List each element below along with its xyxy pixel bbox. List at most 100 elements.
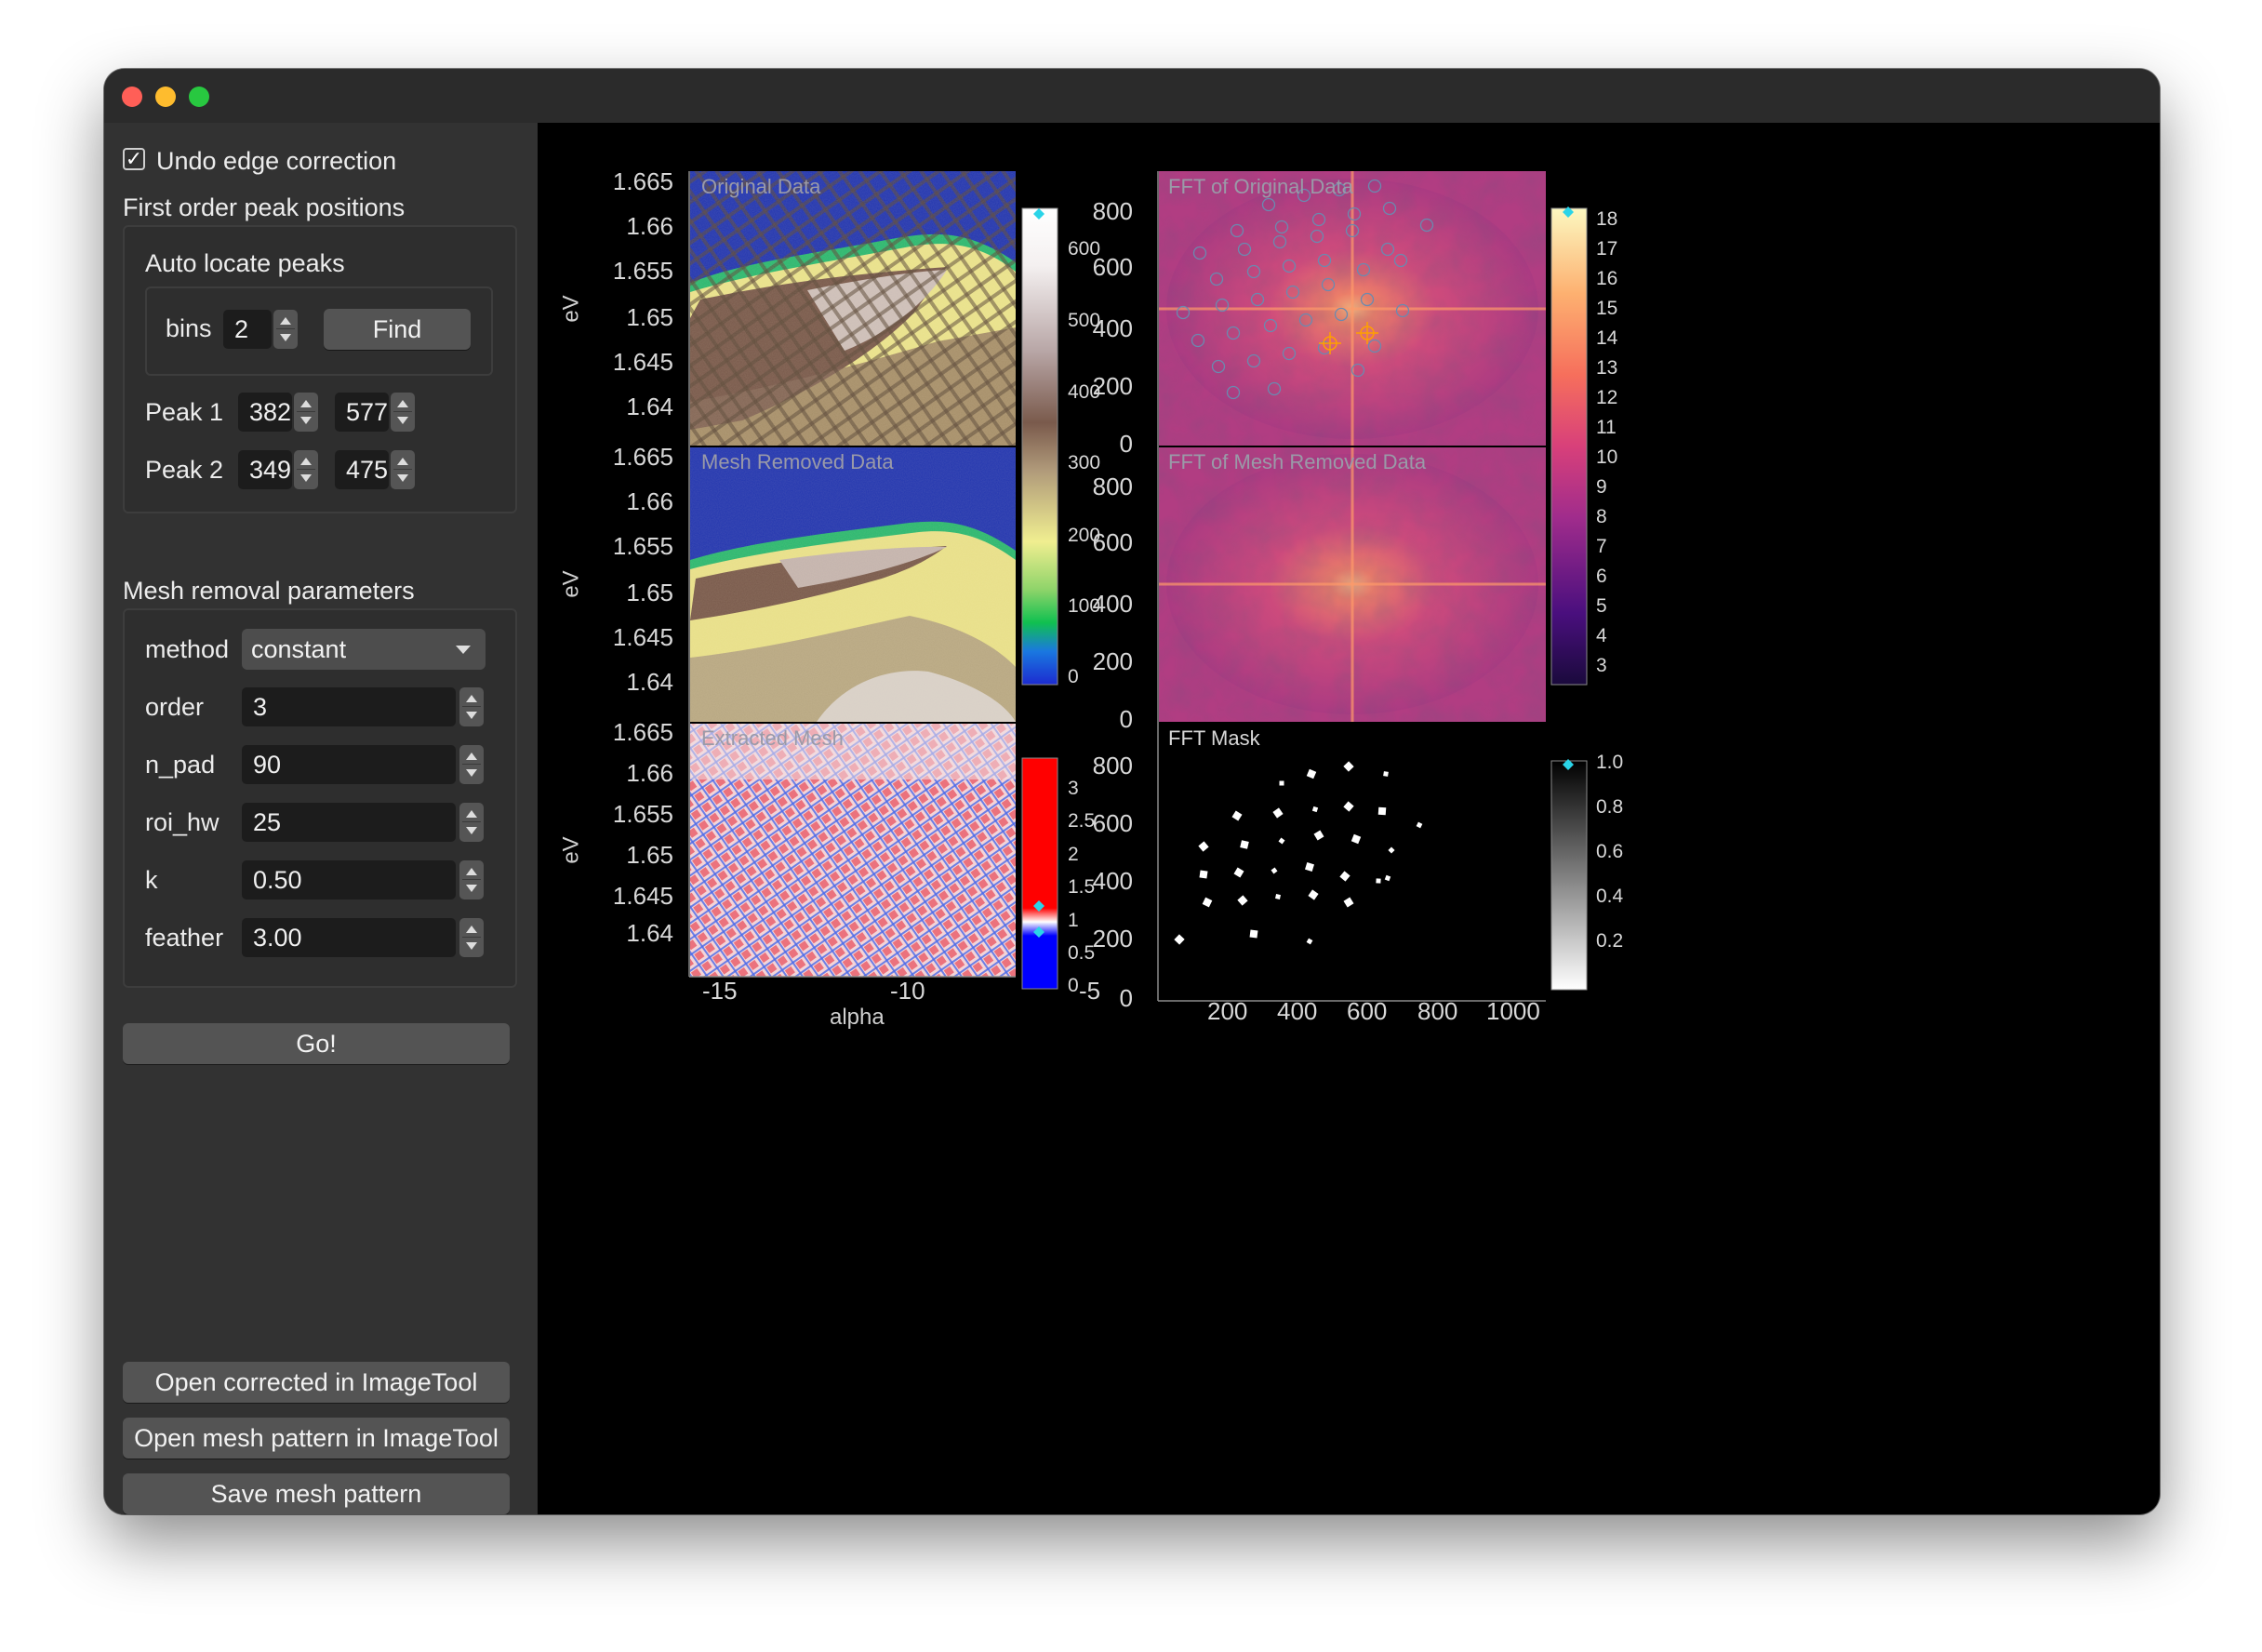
peak-y-stepper[interactable] bbox=[391, 450, 415, 489]
ev-tick: 1.645 bbox=[612, 348, 673, 376]
intensity-cb-tick: 200 bbox=[1068, 525, 1101, 546]
intensity-cb-tick: 500 bbox=[1068, 310, 1101, 331]
fft-colorbar[interactable] bbox=[1550, 206, 1588, 686]
param-stepper-feather[interactable] bbox=[459, 918, 484, 957]
param-input-order[interactable]: 3 bbox=[242, 687, 456, 726]
mask-spot bbox=[1279, 780, 1284, 786]
minimize-window-button[interactable] bbox=[155, 87, 176, 107]
param-input-feather[interactable]: 3.00 bbox=[242, 918, 456, 957]
mesh-cb-tick: 2.5 bbox=[1068, 810, 1096, 832]
fft-cb-tick: 7 bbox=[1596, 536, 1607, 557]
fft-y-tick: 800 bbox=[1092, 752, 1133, 779]
ev-tick: 1.64 bbox=[626, 919, 673, 947]
mesh-removed-panel[interactable] bbox=[690, 447, 1016, 722]
mesh-section-title: Mesh removal parameters bbox=[123, 577, 415, 605]
peak-x-input[interactable]: 349 bbox=[238, 450, 292, 489]
mesh-cb-tick: 1.5 bbox=[1068, 876, 1096, 898]
peak-y-stepper[interactable] bbox=[391, 393, 415, 432]
param-label-order: order bbox=[145, 693, 205, 721]
peak-x-input[interactable]: 382 bbox=[238, 393, 292, 432]
fft-mask-panel[interactable] bbox=[1159, 724, 1546, 1001]
ev-tick: 1.655 bbox=[612, 800, 673, 828]
fft-y-tick: 800 bbox=[1092, 473, 1133, 500]
alpha-tick: -10 bbox=[890, 977, 925, 1005]
method-dropdown[interactable]: constant bbox=[242, 629, 486, 670]
mask-cb-tick: 1.0 bbox=[1596, 752, 1624, 773]
find-button[interactable]: Find bbox=[324, 309, 471, 350]
mesh-colorbar[interactable] bbox=[1021, 757, 1058, 990]
plot-area: Original Data Mesh Removed Data Extracte… bbox=[538, 123, 2160, 1514]
fft-original-panel[interactable] bbox=[1159, 171, 1546, 446]
mesh-removed-title: Mesh Removed Data bbox=[701, 450, 894, 473]
mask-cb-tick: 0.6 bbox=[1596, 841, 1624, 862]
ev-tick: 1.66 bbox=[626, 759, 673, 787]
peak-y-input[interactable]: 577 bbox=[335, 393, 389, 432]
extracted-mesh-panel[interactable] bbox=[690, 724, 1016, 977]
mask-spot bbox=[1275, 894, 1281, 899]
param-stepper-order[interactable] bbox=[459, 687, 484, 726]
original-data-panel[interactable] bbox=[690, 171, 1016, 446]
mask-colorbar[interactable] bbox=[1550, 759, 1588, 991]
fft-cb-tick: 10 bbox=[1596, 446, 1618, 468]
mask-cb-tick: 0.2 bbox=[1596, 930, 1624, 952]
control-sidebar: ✓ Undo edge correction First order peak … bbox=[104, 123, 538, 1514]
fft-x-tick: 800 bbox=[1417, 997, 1458, 1025]
ev-tick: 1.64 bbox=[626, 668, 673, 696]
intensity-colorbar[interactable] bbox=[1021, 207, 1058, 686]
mask-spot bbox=[1199, 870, 1208, 879]
param-stepper-k[interactable] bbox=[459, 860, 484, 899]
ev-tick: 1.665 bbox=[612, 167, 673, 195]
param-stepper-roi_hw[interactable] bbox=[459, 803, 484, 842]
param-stepper-n_pad[interactable] bbox=[459, 745, 484, 784]
intensity-cb-tick: 100 bbox=[1068, 595, 1101, 617]
fft-cb-tick: 11 bbox=[1596, 417, 1617, 438]
go-button[interactable]: Go! bbox=[123, 1023, 510, 1064]
plots-canvas bbox=[688, 171, 1588, 1002]
param-label-feather: feather bbox=[145, 924, 224, 952]
fft-mesh-removed-panel[interactable] bbox=[1159, 447, 1546, 722]
mask-cb-tick: 0.4 bbox=[1596, 886, 1624, 907]
action-button-2[interactable]: Save mesh pattern bbox=[123, 1473, 510, 1514]
fft-x-tick: 400 bbox=[1277, 997, 1318, 1025]
fft-cb-tick: 4 bbox=[1596, 625, 1607, 646]
fft-cb-tick: 9 bbox=[1596, 476, 1607, 498]
peak-x-stepper[interactable] bbox=[294, 393, 318, 432]
peak-x-stepper[interactable] bbox=[294, 450, 318, 489]
action-button-0[interactable]: Open corrected in ImageTool bbox=[123, 1362, 510, 1403]
fft-cb-tick: 5 bbox=[1596, 595, 1607, 617]
action-button-1[interactable]: Open mesh pattern in ImageTool bbox=[123, 1418, 510, 1459]
param-input-k[interactable]: 0.50 bbox=[242, 860, 456, 899]
fft-cb-tick: 3 bbox=[1596, 655, 1607, 676]
fft-mask-title: FFT Mask bbox=[1168, 726, 1260, 750]
ev-tick: 1.64 bbox=[626, 393, 673, 420]
fft-cb-tick: 13 bbox=[1596, 357, 1618, 379]
zoom-window-button[interactable] bbox=[189, 87, 209, 107]
fft-cb-tick: 18 bbox=[1596, 208, 1618, 230]
peak-y-input[interactable]: 475 bbox=[335, 450, 389, 489]
ev-tick: 1.665 bbox=[612, 443, 673, 471]
fft-cb-tick: 8 bbox=[1596, 506, 1607, 527]
mesh-params-group: method constant order 3 n_pad 90 roi_hw 25 k 0.50… bbox=[123, 608, 517, 988]
undo-edge-checkbox[interactable]: ✓ bbox=[123, 148, 145, 170]
fft-x-tick: 1000 bbox=[1486, 997, 1540, 1025]
mesh-cb-tick: 3 bbox=[1068, 778, 1079, 799]
fft-cb-tick: 17 bbox=[1596, 238, 1618, 260]
param-input-n_pad[interactable]: 90 bbox=[242, 745, 456, 784]
param-label-method: method bbox=[145, 635, 230, 663]
ev-tick: 1.66 bbox=[626, 487, 673, 515]
undo-edge-label: Undo edge correction bbox=[156, 147, 397, 175]
mesh-cb-tick: 0.5 bbox=[1068, 942, 1096, 964]
mask-cb-tick: 0.8 bbox=[1596, 796, 1624, 818]
auto-locate-title: Auto locate peaks bbox=[145, 249, 345, 277]
close-window-button[interactable] bbox=[122, 87, 142, 107]
bins-input[interactable]: 2 bbox=[223, 310, 272, 349]
ev-tick: 1.65 bbox=[626, 579, 673, 606]
mask-spot bbox=[1376, 878, 1381, 884]
param-label-n_pad: n_pad bbox=[145, 751, 216, 779]
alpha-axis-label: alpha bbox=[830, 1005, 885, 1030]
param-input-roi_hw[interactable]: 25 bbox=[242, 803, 456, 842]
alpha-tick: -15 bbox=[702, 977, 738, 1005]
mask-spot bbox=[1249, 929, 1258, 939]
bins-stepper[interactable] bbox=[273, 310, 298, 349]
mask-spot bbox=[1377, 806, 1387, 816]
